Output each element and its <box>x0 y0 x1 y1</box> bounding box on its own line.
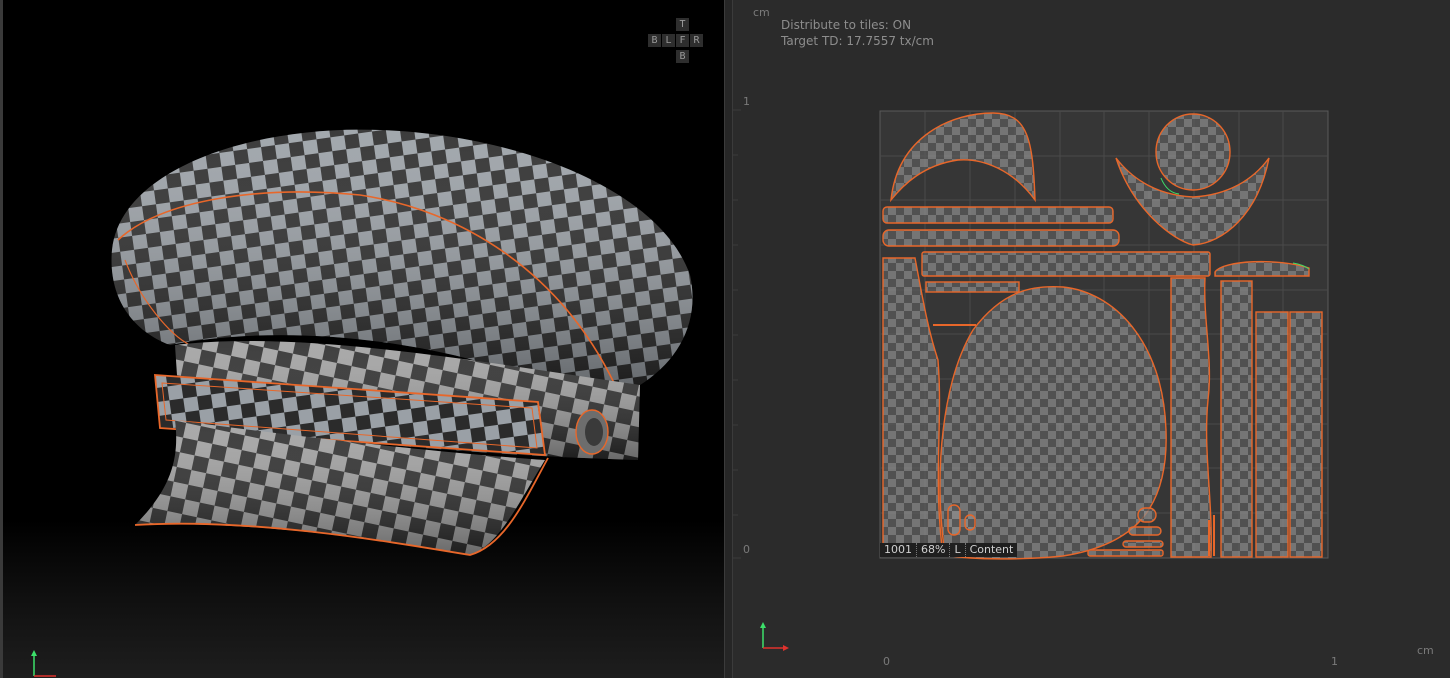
u-axis-label-1: 1 <box>1331 655 1338 668</box>
uv-editor-viewport[interactable]: cm Distribute to tiles: ON Target TD: 17… <box>733 0 1450 678</box>
view-cube-top[interactable]: T <box>676 18 689 31</box>
v-axis-label-0: 0 <box>743 543 750 556</box>
view-cube-left[interactable]: L <box>662 34 675 47</box>
distribute-info: Distribute to tiles: ON <box>781 18 912 32</box>
view-cube[interactable]: T B L F R B <box>644 18 708 66</box>
uv-tile-label[interactable]: 1001 68% L Content <box>880 543 1018 557</box>
u-axis-label-0: 0 <box>883 655 890 668</box>
view-cube-bottom[interactable]: B <box>676 50 689 63</box>
uv-layout <box>733 109 1329 651</box>
viewport-splitter[interactable] <box>724 0 733 678</box>
unit-label-top: cm <box>753 6 770 19</box>
tile-name: Content <box>969 543 1014 556</box>
unit-label-bottom: cm <box>1417 644 1434 657</box>
tile-percent: 68% <box>917 543 951 557</box>
view-cube-right[interactable]: R <box>690 34 703 47</box>
view-cube-back[interactable]: B <box>648 34 661 47</box>
v-axis-label-1: 1 <box>743 95 750 108</box>
target-td-info: Target TD: 17.7557 tx/cm <box>781 34 934 48</box>
tile-id: 1001 <box>880 543 917 557</box>
tile-lock-flag[interactable]: L <box>950 543 966 557</box>
cap-model-render <box>31 129 693 677</box>
viewport-3d[interactable]: T B L F R B <box>0 0 724 678</box>
view-cube-front[interactable]: F <box>676 34 689 47</box>
